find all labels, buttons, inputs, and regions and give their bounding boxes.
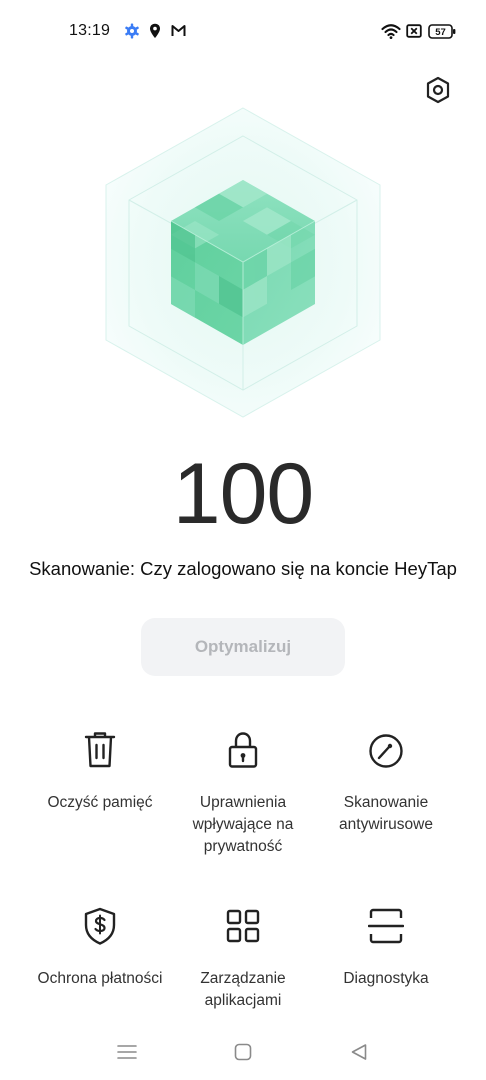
optimize-button[interactable]: Optymalizuj [141,618,345,676]
tool-app-management[interactable]: Zarządzanie aplikacjami [163,906,323,1012]
battery-level: 57 [435,27,446,38]
tool-label: Ochrona płatności [37,970,163,987]
gmail-icon [171,23,186,43]
settings-gear-icon [124,23,140,44]
tool-clean-memory[interactable]: Oczyść pamięć [20,730,180,814]
tool-payment-protection[interactable]: Ochrona płatności [20,906,180,990]
scan-status-text: Skanowanie: Czy zalogowano się na koncie… [29,558,457,579]
tool-label: Zarządzanie aplikacjami [200,970,286,1009]
tool-label: Uprawnienia wpływające na prywatność [192,794,294,855]
menu-button[interactable] [113,1038,141,1066]
tool-antivirus-scan[interactable]: Skanowanie antywirusowe [306,730,466,836]
lock-icon [163,730,323,770]
tool-label: Diagnostyka [343,970,429,987]
wifi-icon [381,23,401,44]
status-time: 13:19 [69,22,111,39]
gauge-icon [306,730,466,770]
back-icon [351,1044,367,1060]
scan-frame-icon [306,906,466,946]
home-button[interactable] [229,1038,257,1066]
security-score: 100 [172,446,315,542]
back-button[interactable] [345,1038,373,1066]
status-bar: 13:19 57 [0,0,486,64]
trash-icon [20,730,180,770]
tool-label: Oczyść pamięć [47,794,153,811]
tool-label: Skanowanie antywirusowe [339,794,433,833]
navigation-bar [0,1024,486,1080]
home-icon [234,1043,252,1061]
tool-privacy-permissions[interactable]: Uprawnienia wpływające na prywatność [163,730,323,858]
security-cube-illustration [95,100,391,425]
shield-dollar-icon [20,906,180,946]
location-icon [149,23,161,44]
tool-diagnostics[interactable]: Diagnostyka [306,906,466,990]
battery-icon: 57 [428,24,456,44]
no-sim-icon [406,23,422,44]
settings-button[interactable] [422,74,454,106]
hexagon-settings-icon [426,76,450,104]
grid-apps-icon [163,906,323,946]
menu-icon [117,1045,137,1059]
